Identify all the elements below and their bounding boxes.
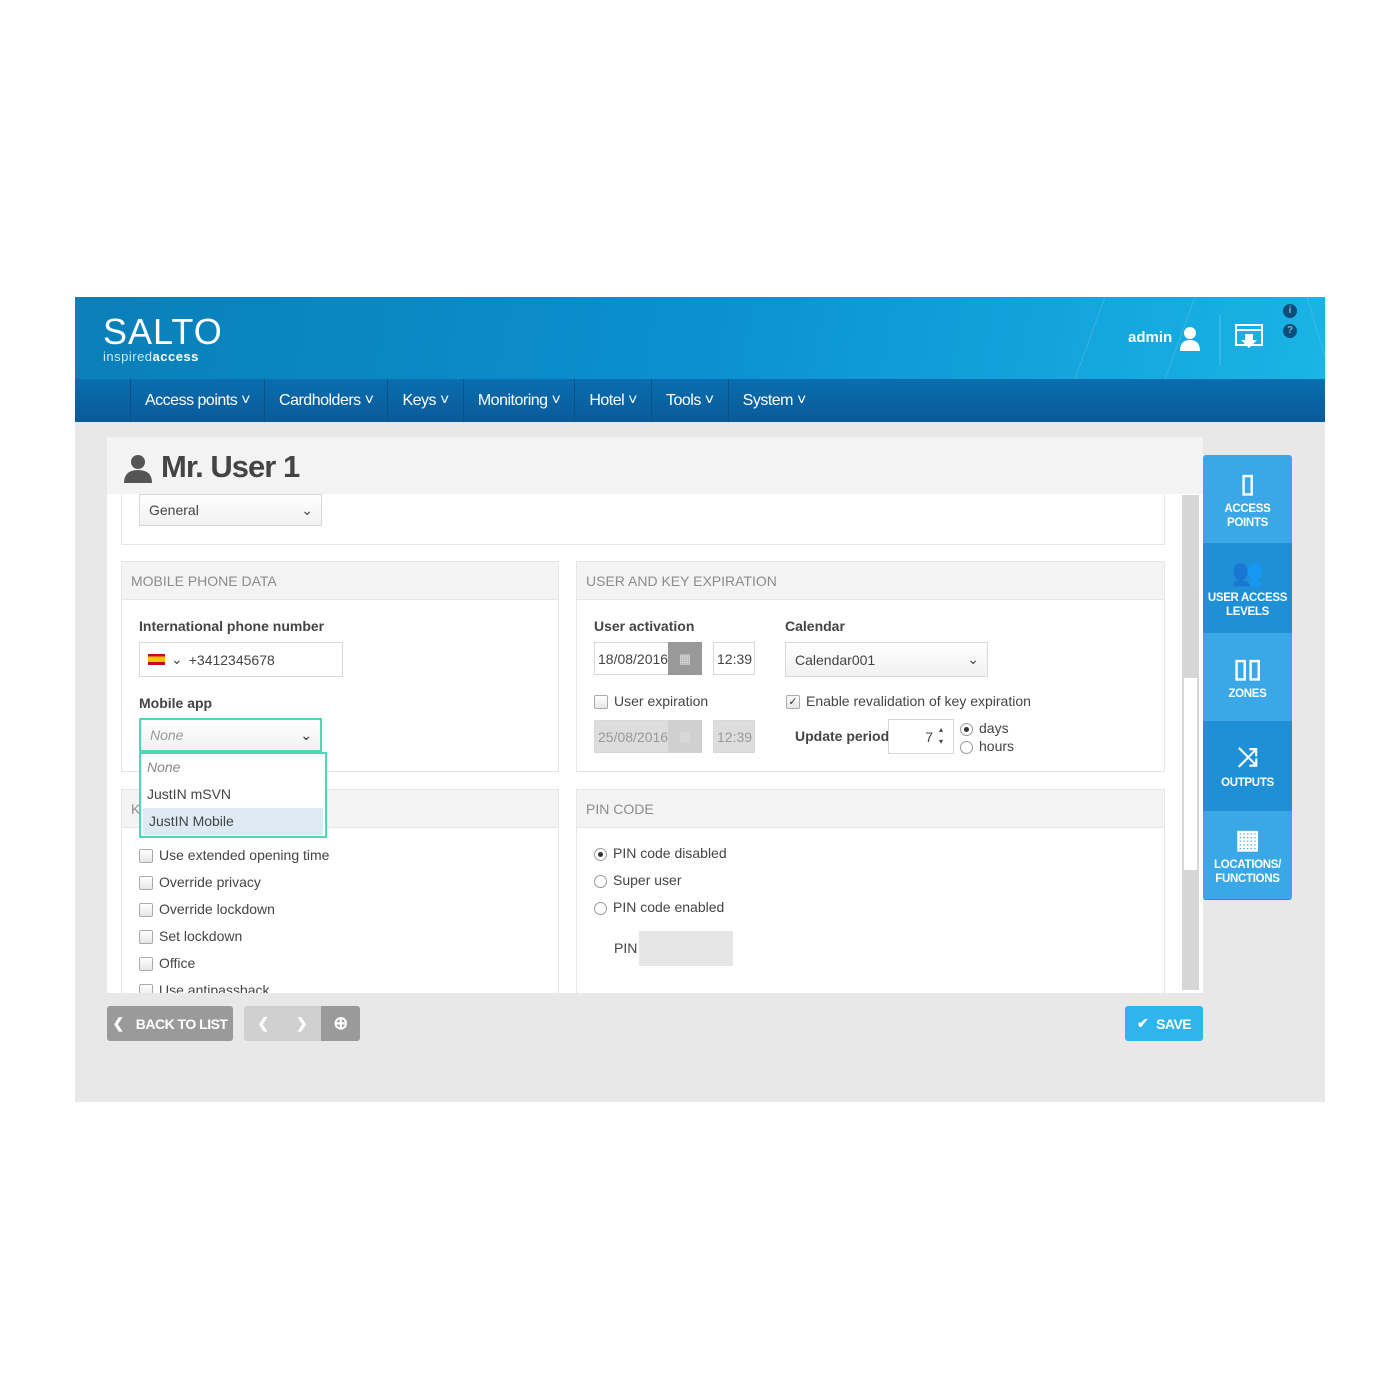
- tile-access-points[interactable]: ▯ ACCESS POINTS: [1203, 455, 1292, 544]
- calendar-label: Calendar: [785, 618, 845, 634]
- scrollbar-thumb[interactable]: [1184, 678, 1197, 870]
- nav-keys[interactable]: Keys ˅: [387, 379, 462, 422]
- user-name[interactable]: admin: [1128, 329, 1172, 346]
- nav-hotel[interactable]: Hotel ˅: [574, 379, 651, 422]
- dropdown-option-none[interactable]: None: [141, 754, 325, 781]
- tile-outputs[interactable]: ⤨ OUTPUTS: [1203, 722, 1292, 811]
- panel-heading: MOBILE PHONE DATA: [122, 562, 558, 600]
- general-section: General ⌄: [121, 494, 1165, 545]
- page-title: Mr. User 1: [161, 449, 300, 484]
- add-button[interactable]: ⊕: [321, 1006, 360, 1041]
- option-office[interactable]: Office: [139, 950, 329, 977]
- users-icon: 👥: [1231, 557, 1264, 587]
- expiration-panel: USER AND KEY EXPIRATION User activation …: [576, 561, 1165, 772]
- calendar-icon[interactable]: ▦: [668, 720, 702, 753]
- tile-zones[interactable]: ▯▯ ZONES: [1203, 633, 1292, 722]
- phone-input[interactable]: ⌄ +3412345678: [139, 642, 343, 677]
- expiration-time-input[interactable]: 12:39: [713, 720, 755, 753]
- radio-pin-disabled[interactable]: PIN code disabled: [594, 840, 727, 867]
- locations-icon: ▦: [1235, 824, 1260, 854]
- update-period-label: Update period: [795, 728, 890, 744]
- title-bar: Mr. User 1: [107, 437, 1203, 494]
- stepper-arrows-icon[interactable]: ▴ ▾: [939, 724, 943, 748]
- pin-options: PIN code disabled Super user PIN code en…: [594, 840, 727, 921]
- user-expiration-checkbox[interactable]: User expiration: [594, 688, 708, 715]
- dropdown-option-justin-mobile[interactable]: JustIN Mobile: [143, 808, 323, 835]
- next-button[interactable]: ❯: [282, 1006, 321, 1041]
- calendar-select[interactable]: Calendar001 ⌄: [785, 642, 988, 677]
- dropdown-option-justin-msvn[interactable]: JustIN mSVN: [141, 781, 325, 808]
- option-antipassback[interactable]: Use antipassback: [139, 977, 329, 993]
- nav-cardholders[interactable]: Cardholders ˅: [264, 379, 387, 422]
- section-select[interactable]: General ⌄: [139, 494, 322, 526]
- panel-heading: USER AND KEY EXPIRATION: [577, 562, 1164, 600]
- key-options: Use extended opening time Override priva…: [139, 842, 329, 993]
- spain-flag-icon[interactable]: [148, 654, 165, 665]
- calendar-icon[interactable]: ▦: [668, 642, 702, 675]
- previous-button[interactable]: ❮: [244, 1006, 282, 1041]
- tile-user-access-levels[interactable]: 👥 USER ACCESS LEVELS: [1203, 544, 1292, 633]
- option-override-privacy[interactable]: Override privacy: [139, 869, 329, 896]
- mobile-app-label: Mobile app: [139, 695, 213, 711]
- zones-icon: ▯▯: [1233, 653, 1262, 683]
- nav-tools[interactable]: Tools ˅: [651, 379, 728, 422]
- chevron-down-icon[interactable]: ⌄: [171, 651, 183, 668]
- quick-links-sidebar: ▯ ACCESS POINTS 👥 USER ACCESS LEVELS ▯▯ ZON…: [1203, 455, 1292, 900]
- nav-monitoring[interactable]: Monitoring ˅: [462, 379, 575, 422]
- chevron-left-icon: ❮: [112, 1015, 125, 1031]
- unit-radios: days hours: [960, 719, 1014, 755]
- save-button[interactable]: ✔ SAVE: [1125, 1006, 1203, 1041]
- mobile-phone-panel: MOBILE PHONE DATA International phone nu…: [121, 561, 559, 772]
- option-extended-opening[interactable]: Use extended opening time: [139, 842, 329, 869]
- option-override-lockdown[interactable]: Override lockdown: [139, 896, 329, 923]
- phone-label: International phone number: [139, 618, 325, 634]
- outputs-icon: ⤨: [1237, 742, 1258, 772]
- pin-code-panel: PIN CODE PIN code disabled Super user PI…: [576, 789, 1165, 993]
- check-icon: ✔: [1136, 1015, 1149, 1031]
- door-icon: ▯: [1240, 468, 1255, 498]
- app-window: SALTO inspiredaccess admin i ? Access po…: [75, 297, 1325, 1102]
- info-icon[interactable]: i: [1283, 304, 1297, 318]
- radio-days[interactable]: days: [960, 719, 1014, 737]
- download-app-icon[interactable]: [1235, 324, 1263, 350]
- nav-system[interactable]: System ˅: [727, 379, 820, 422]
- nav-access-points[interactable]: Access points ˅: [130, 379, 264, 422]
- pin-label: PIN: [614, 940, 638, 956]
- content-card: Mr. User 1 General ⌄ MOBILE PHONE DATA In…: [107, 437, 1203, 993]
- option-set-lockdown[interactable]: Set lockdown: [139, 923, 329, 950]
- user-icon[interactable]: [1178, 325, 1202, 351]
- radio-super-user[interactable]: Super user: [594, 867, 727, 894]
- activation-label: User activation: [594, 618, 695, 634]
- activation-time-input[interactable]: 12:39: [713, 642, 755, 675]
- update-period-stepper[interactable]: 7: [888, 719, 954, 754]
- help-icon[interactable]: ?: [1283, 324, 1297, 338]
- scrollbar-track[interactable]: [1182, 495, 1199, 990]
- mobile-app-select[interactable]: None ⌄: [139, 718, 322, 752]
- mobile-app-dropdown: None JustIN mSVN JustIN Mobile: [139, 752, 327, 838]
- tile-locations-functions[interactable]: ▦ LOCATIONS/ FUNCTIONS: [1203, 811, 1292, 900]
- revalidation-checkbox[interactable]: ✓ Enable revalidation of key expiration: [786, 688, 1031, 715]
- panel-heading: PIN CODE: [577, 790, 1164, 828]
- header: SALTO inspiredaccess admin i ?: [75, 297, 1325, 379]
- person-icon: [124, 455, 152, 483]
- back-to-list-button[interactable]: ❮ BACK TO LIST: [107, 1006, 233, 1041]
- radio-hours[interactable]: hours: [960, 737, 1014, 755]
- pin-input[interactable]: [639, 931, 733, 966]
- radio-pin-enabled[interactable]: PIN code enabled: [594, 894, 727, 921]
- main-nav: Access points ˅ Cardholders ˅ Keys ˅ Mon…: [75, 379, 1325, 422]
